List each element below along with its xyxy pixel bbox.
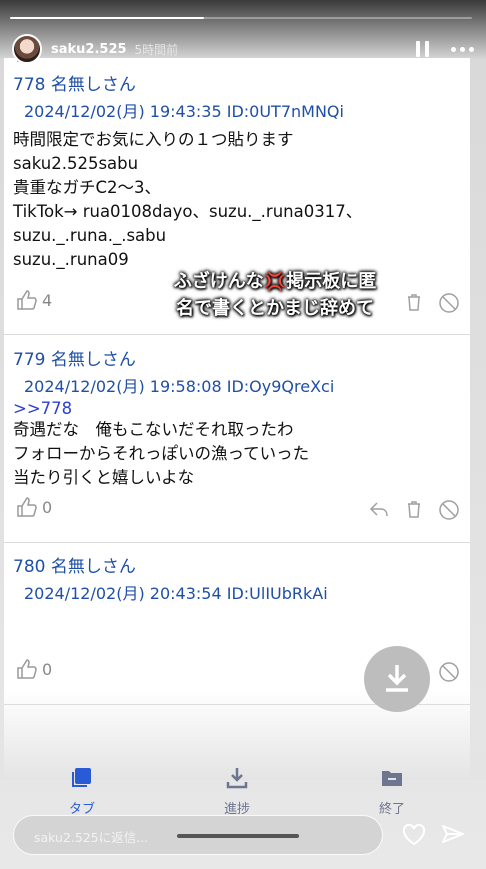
post-header: 778 名無しさん xyxy=(13,75,136,95)
post-action-icons xyxy=(368,499,460,521)
reply-placeholder: saku2.525に返信... xyxy=(34,830,149,845)
caption-text: 名で書くとかまじ辞めて xyxy=(176,298,374,319)
heart-icon[interactable] xyxy=(401,823,427,847)
send-icon[interactable] xyxy=(441,823,465,847)
post-action-icons xyxy=(438,661,460,683)
download-tray-icon xyxy=(226,768,248,789)
like-count: 4 xyxy=(42,290,53,310)
block-icon[interactable] xyxy=(438,499,460,521)
block-icon[interactable] xyxy=(438,292,460,314)
post-time: 5時間前 xyxy=(134,42,179,57)
thumbs-up-icon xyxy=(17,659,37,679)
reply-arrow-icon[interactable] xyxy=(368,499,390,519)
like-button[interactable]: 0 xyxy=(16,659,52,679)
tab-tabs[interactable]: タブ xyxy=(42,766,122,817)
trash-icon[interactable] xyxy=(404,292,424,312)
like-count: 0 xyxy=(42,659,53,679)
story-caption: ふざけんな💢掲示板に匿 名で書くとかまじ辞めて xyxy=(150,268,400,322)
folder-icon xyxy=(382,771,402,786)
post-date: 2024/12/02(月) 19:43:35 ID:0UT7nMNQi xyxy=(24,102,344,121)
trash-icon[interactable] xyxy=(404,499,424,519)
post-779: 779 名無しさん 2024/12/02(月) 19:58:08 ID:Oy9Q… xyxy=(4,345,470,490)
like-count: 0 xyxy=(42,497,53,517)
post-divider xyxy=(4,542,470,543)
like-button[interactable]: 4 xyxy=(16,290,52,310)
download-button[interactable] xyxy=(364,646,430,712)
more-options-icon[interactable] xyxy=(451,47,474,52)
reply-anchor-link[interactable]: >>778 xyxy=(4,399,470,418)
story-progress-bar xyxy=(10,17,472,19)
post-date: 2024/12/02(月) 20:43:54 ID:UlIUbRkAi xyxy=(24,584,328,603)
pause-icon[interactable] xyxy=(416,41,430,57)
thumbs-up-icon xyxy=(17,290,37,310)
post-780: 780 名無しさん 2024/12/02(月) 20:43:54 ID:UlIU… xyxy=(4,552,470,604)
tab-stack-icon xyxy=(72,768,91,787)
thumbs-up-icon xyxy=(17,497,37,517)
reply-input[interactable]: saku2.525に返信... xyxy=(13,815,383,855)
story-viewer: 1 778 名無しさん 2024/12/02(月) 19:43:35 ID:0U… xyxy=(0,0,486,869)
block-icon[interactable] xyxy=(438,661,460,683)
caption-text: 掲示板に匿 xyxy=(286,271,377,292)
like-button[interactable]: 0 xyxy=(16,497,52,517)
tab-progress[interactable]: 進捗 xyxy=(197,766,277,817)
post-header: 780 名無しさん xyxy=(13,557,136,577)
post-body: 時間限定でお気に入りの１つ貼ります saku2.525sabu 貴重なガチC2〜… xyxy=(13,130,363,269)
post-778: 778 名無しさん 2024/12/02(月) 19:43:35 ID:0UT7… xyxy=(4,70,470,272)
avatar[interactable] xyxy=(12,34,42,64)
anger-mark-icon: 💢 xyxy=(263,271,287,292)
post-actions: 0 xyxy=(4,495,470,529)
home-indicator xyxy=(177,834,299,838)
story-progress-fill xyxy=(10,17,205,19)
post-divider xyxy=(4,334,470,335)
post-action-icons xyxy=(404,292,460,314)
post-body: 奇遇だな 俺もこないだそれ取ったわ フォローからそれっぽいの漁っていった 当たり… xyxy=(13,420,310,487)
tab-exit[interactable]: 終了 xyxy=(352,766,432,817)
post-header: 779 名無しさん xyxy=(13,350,136,370)
story-header: saku2.525 5時間前 xyxy=(12,33,474,65)
bottom-tab-bar: タブ 進捗 終了 xyxy=(0,760,486,820)
download-icon xyxy=(386,665,408,692)
caption-text: ふざけんな xyxy=(173,271,264,292)
post-date: 2024/12/02(月) 19:58:08 ID:Oy9QreXci xyxy=(24,377,335,396)
username[interactable]: saku2.525 xyxy=(51,42,127,57)
